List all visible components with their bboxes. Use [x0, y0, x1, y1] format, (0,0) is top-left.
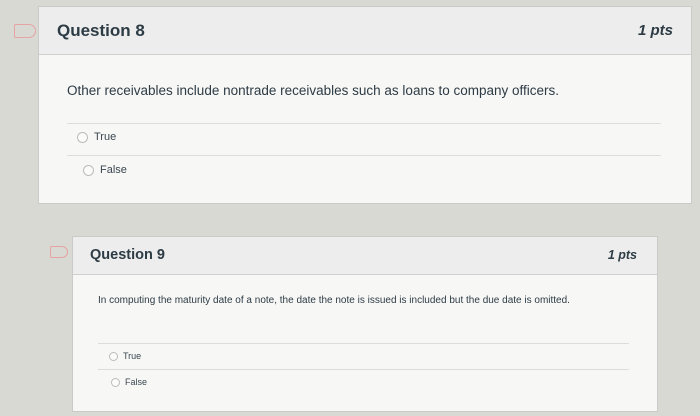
answer-divider	[67, 155, 661, 156]
question-8-answer-false[interactable]: False	[83, 164, 127, 176]
answer-divider	[98, 369, 629, 370]
question-9-title: Question 9	[90, 247, 165, 263]
question-8-title: Question 8	[57, 21, 145, 40]
radio-true[interactable]	[109, 351, 118, 361]
question-8-header: Question 8 1 pts	[39, 7, 691, 55]
question-8-points: 1 pts	[637, 22, 673, 39]
question-9-answer-true[interactable]: True	[109, 351, 141, 361]
flag-question-8-icon[interactable]	[14, 24, 36, 38]
radio-false[interactable]	[83, 164, 94, 176]
question-8-text: Other receivables include nontrade recei…	[67, 83, 560, 98]
radio-true[interactable]	[77, 131, 88, 143]
question-8-answer-true[interactable]: True	[77, 131, 116, 143]
radio-false[interactable]	[111, 377, 120, 387]
question-9-points: 1 pts	[607, 248, 637, 262]
flag-question-9-icon[interactable]	[50, 246, 68, 258]
question-9-text: In computing the maturity date of a note…	[98, 295, 570, 306]
answer-label-false: False	[125, 377, 148, 387]
question-9-header: Question 9 1 pts	[73, 237, 657, 275]
answer-divider	[67, 123, 661, 124]
question-9-card: Question 9 1 pts In computing the maturi…	[72, 236, 658, 412]
answer-divider	[98, 343, 629, 344]
answer-label-true: True	[123, 351, 142, 361]
answer-label-false: False	[100, 164, 127, 176]
question-9-answer-false[interactable]: False	[111, 377, 147, 387]
answer-label-true: True	[94, 131, 117, 143]
question-8-card: Question 8 1 pts Other receivables inclu…	[38, 6, 692, 204]
